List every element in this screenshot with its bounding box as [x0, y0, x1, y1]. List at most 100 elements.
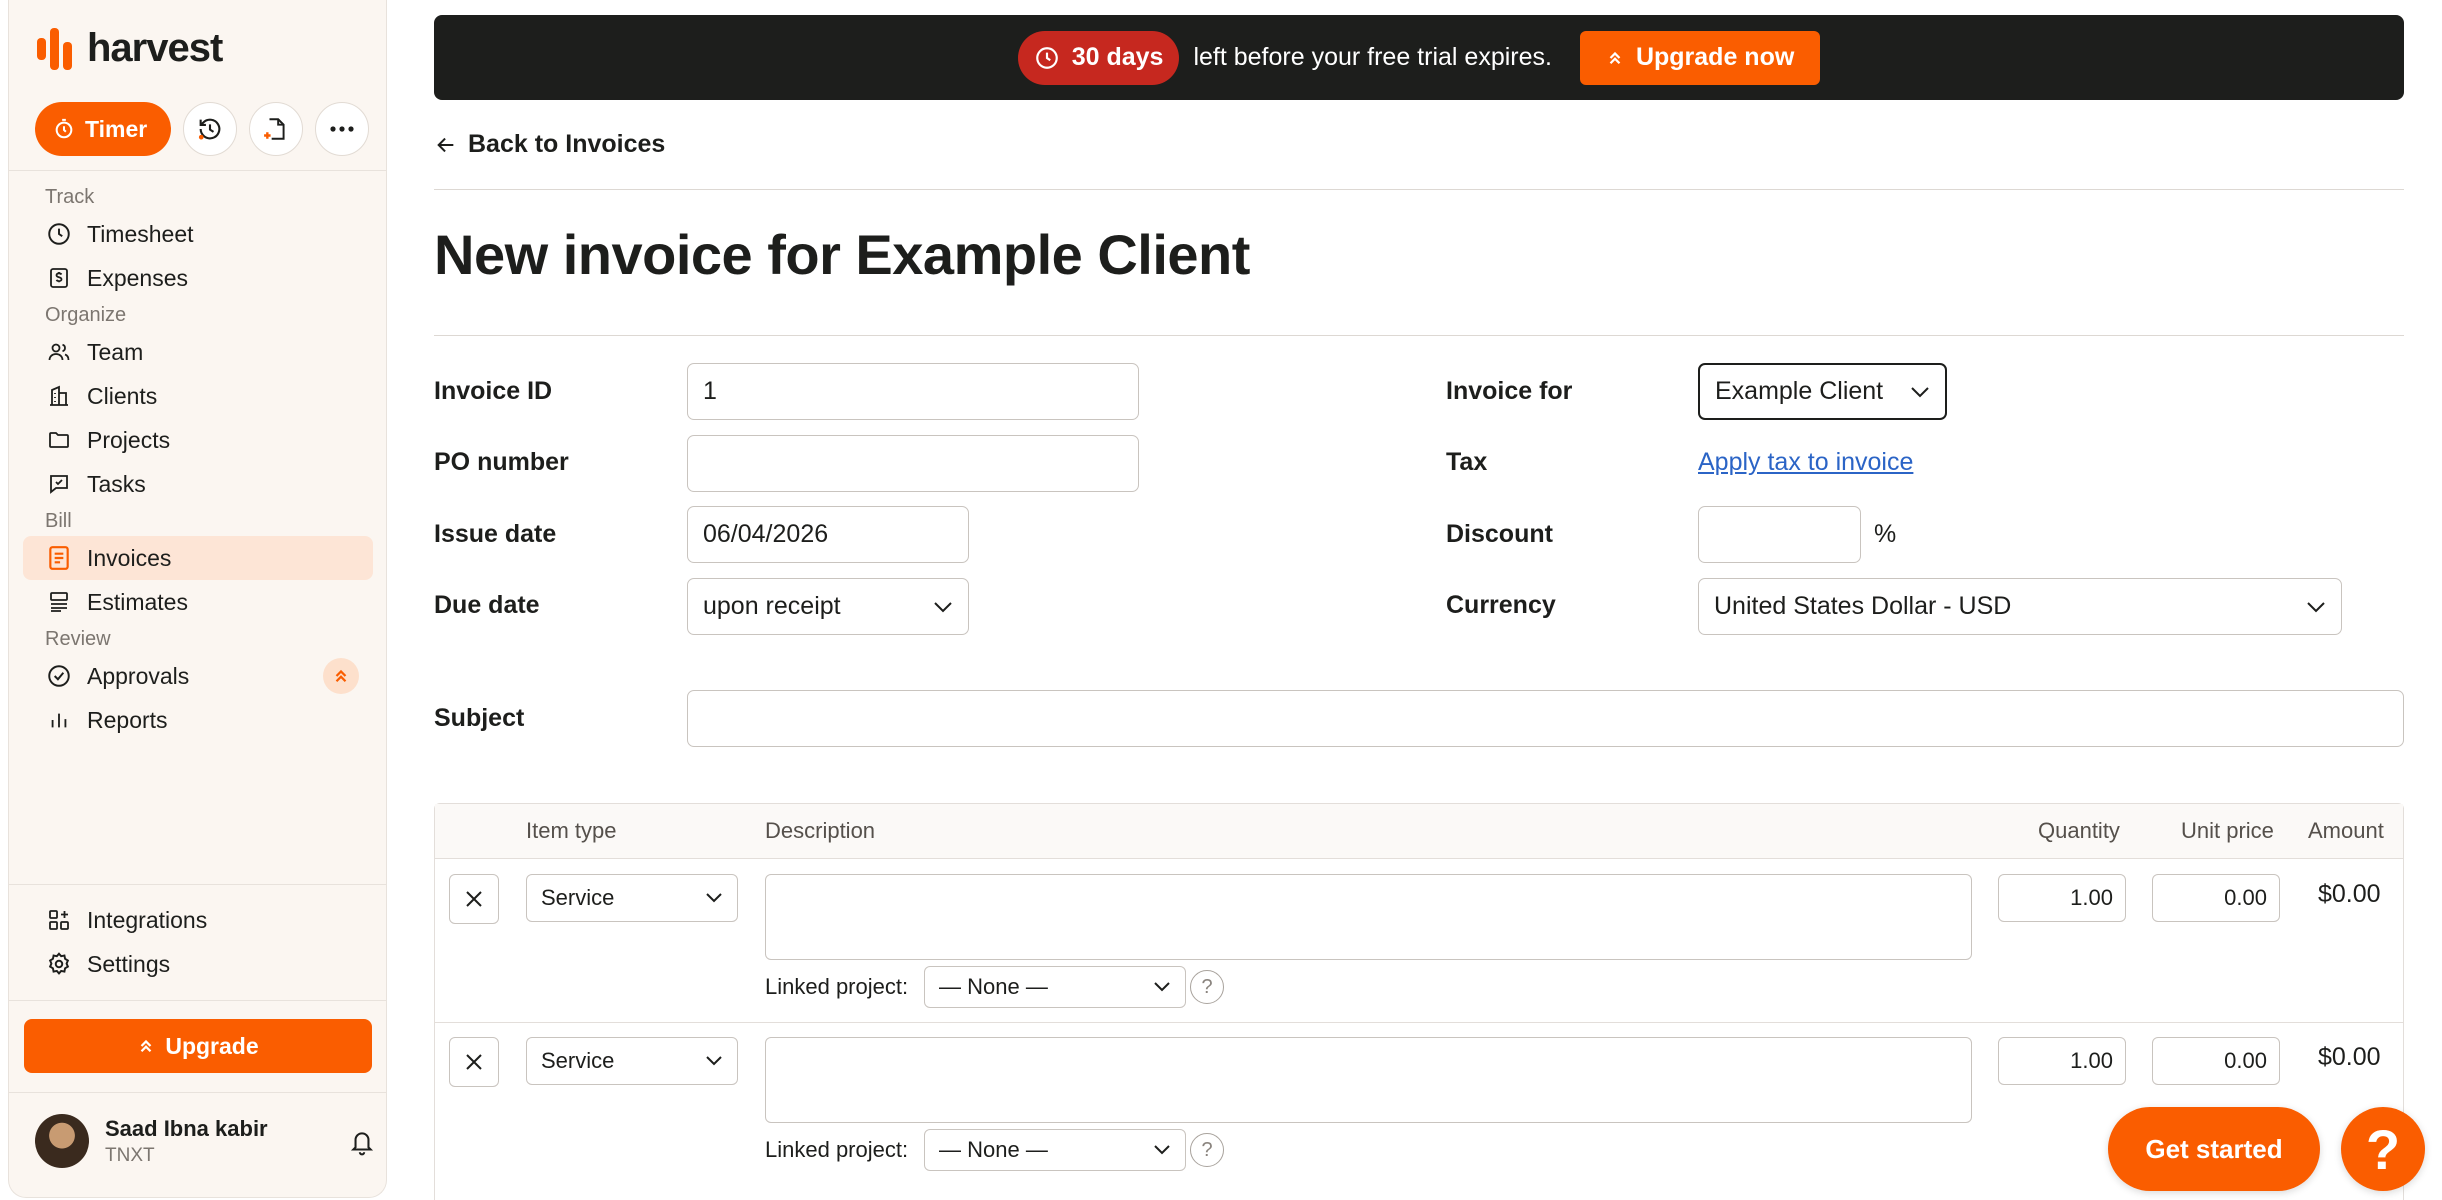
trial-days: 30 days — [1071, 43, 1164, 71]
get-started-button[interactable]: Get started — [2108, 1107, 2320, 1191]
item-type-select[interactable]: Service — [526, 874, 738, 922]
bar-chart-icon — [45, 706, 73, 734]
issue-date-input[interactable]: 06/04/2026 — [687, 506, 969, 563]
currency-value: United States Dollar - USD — [1714, 592, 2012, 620]
harvest-logo[interactable]: harvest — [37, 26, 223, 71]
nav-label: Settings — [87, 950, 171, 977]
currency-select[interactable]: United States Dollar - USD — [1698, 578, 2342, 635]
quantity-input[interactable]: 1.00 — [1998, 874, 2126, 922]
item-type-select[interactable]: Service — [526, 1037, 738, 1085]
header-quantity: Quantity — [2038, 818, 2120, 843]
chevron-down-icon — [706, 1056, 722, 1066]
invoice-id-input[interactable]: 1 — [687, 363, 1139, 420]
document-add-icon — [264, 118, 285, 140]
item-type-value: Service — [541, 885, 615, 910]
subject-label: Subject — [434, 704, 525, 732]
nav-item-approvals[interactable]: Approvals — [23, 654, 373, 698]
timer-button[interactable]: Timer — [35, 102, 172, 156]
header-item-type: Item type — [526, 818, 617, 843]
nav-item-tasks[interactable]: Tasks — [23, 462, 373, 506]
upgrade-now-button[interactable]: Upgrade now — [1579, 30, 1821, 85]
notifications-button[interactable] — [349, 1128, 375, 1161]
nav-label: Team — [87, 338, 144, 365]
timer-label: Timer — [85, 115, 148, 142]
unit-price-input[interactable]: 0.00 — [2152, 1037, 2280, 1085]
avatar — [35, 1114, 89, 1168]
estimate-icon — [45, 588, 73, 616]
nav-item-integrations[interactable]: Integrations — [23, 898, 373, 942]
linked-project-select[interactable]: — None — — [924, 966, 1186, 1008]
due-date-label: Due date — [434, 591, 540, 619]
quantity-input[interactable]: 1.00 — [1998, 1037, 2126, 1085]
linked-project-help-icon[interactable]: ? — [1190, 970, 1224, 1004]
invoice-for-label: Invoice for — [1446, 377, 1573, 405]
bottom-nav: Integrations Settings — [23, 898, 373, 986]
chevron-down-icon — [1911, 386, 1929, 397]
nav-item-team[interactable]: Team — [23, 330, 373, 374]
po-number-label: PO number — [434, 448, 569, 476]
linked-project-select[interactable]: — None — — [924, 1129, 1186, 1171]
tax-label: Tax — [1446, 448, 1488, 476]
po-number-input[interactable] — [687, 435, 1139, 492]
nav-item-reports[interactable]: Reports — [23, 698, 373, 742]
nav-label: Expenses — [87, 264, 189, 291]
sidebar: harvest Timer Track Timesheet Expenses O… — [8, 0, 387, 1198]
invoice-for-select[interactable]: Example Client — [1698, 363, 1947, 420]
quantity-value: 1.00 — [2070, 1048, 2113, 1073]
new-document-button[interactable] — [249, 102, 304, 156]
linked-project-label: Linked project: — [765, 1137, 909, 1162]
upgrade-required-badge — [323, 658, 359, 694]
nav-item-settings[interactable]: Settings — [23, 942, 373, 986]
back-link-label: Back to Invoices — [468, 130, 666, 158]
help-button[interactable]: ? — [2341, 1107, 2425, 1191]
nav-item-invoices[interactable]: Invoices — [23, 536, 373, 580]
recent-timers-button[interactable] — [183, 102, 238, 156]
chevron-down-icon — [706, 893, 722, 903]
nav-label: Reports — [87, 706, 168, 733]
nav-item-clients[interactable]: Clients — [23, 374, 373, 418]
page-title: New invoice for Example Client — [434, 223, 1250, 286]
sidebar-upgrade-button[interactable]: Upgrade — [24, 1019, 372, 1073]
linked-project-help-icon[interactable]: ? — [1190, 1133, 1224, 1167]
nav-label: Integrations — [87, 906, 208, 933]
sidebar-divider — [9, 1000, 386, 1001]
line-amount: $0.00 — [2318, 1043, 2381, 1071]
discount-label: Discount — [1446, 520, 1553, 548]
back-to-invoices-link[interactable]: Back to Invoices — [434, 130, 665, 159]
nav-section-track: Track — [45, 186, 95, 208]
remove-row-button[interactable] — [449, 1037, 499, 1087]
chevron-down-icon — [1154, 982, 1170, 992]
close-icon — [466, 1054, 482, 1070]
linked-project-value: — None — — [939, 1137, 1048, 1162]
nav-item-expenses[interactable]: Expenses — [23, 256, 373, 300]
table-header: Item type Description Quantity Unit pric… — [435, 804, 2403, 859]
remove-row-button[interactable] — [449, 874, 499, 924]
linked-project-label: Linked project: — [765, 974, 909, 999]
nav-label: Tasks — [87, 470, 146, 497]
discount-input[interactable] — [1698, 506, 1861, 563]
more-button[interactable] — [315, 102, 370, 156]
user-profile[interactable]: Saad Ibna kabir TNXT — [35, 1114, 268, 1168]
nav-section-bill: Bill — [45, 510, 72, 532]
nav-label: Timesheet — [87, 220, 194, 247]
apply-tax-link[interactable]: Apply tax to invoice — [1698, 448, 1913, 477]
nav-item-estimates[interactable]: Estimates — [23, 580, 373, 624]
header-amount: Amount — [2308, 818, 2384, 843]
invoice-icon — [45, 544, 73, 572]
nav-item-timesheet[interactable]: Timesheet — [23, 212, 373, 256]
nav-section-organize: Organize — [45, 304, 127, 326]
due-date-select[interactable]: upon receipt — [687, 578, 969, 635]
description-input[interactable] — [765, 874, 1972, 960]
divider — [434, 189, 2404, 190]
linked-project-value: — None — — [939, 974, 1048, 999]
subject-input[interactable] — [687, 690, 2404, 747]
quantity-value: 1.00 — [2070, 885, 2113, 910]
profile-name: Saad Ibna kabir — [105, 1115, 268, 1141]
unit-price-input[interactable]: 0.00 — [2152, 874, 2280, 922]
invoice-id-value: 1 — [703, 377, 717, 405]
description-input[interactable] — [765, 1037, 1972, 1123]
nav-item-projects[interactable]: Projects — [23, 418, 373, 462]
main-nav: Track Timesheet Expenses Organize Team C… — [23, 182, 373, 742]
nav-label: Projects — [87, 426, 171, 453]
double-chevron-up-icon — [335, 669, 347, 683]
